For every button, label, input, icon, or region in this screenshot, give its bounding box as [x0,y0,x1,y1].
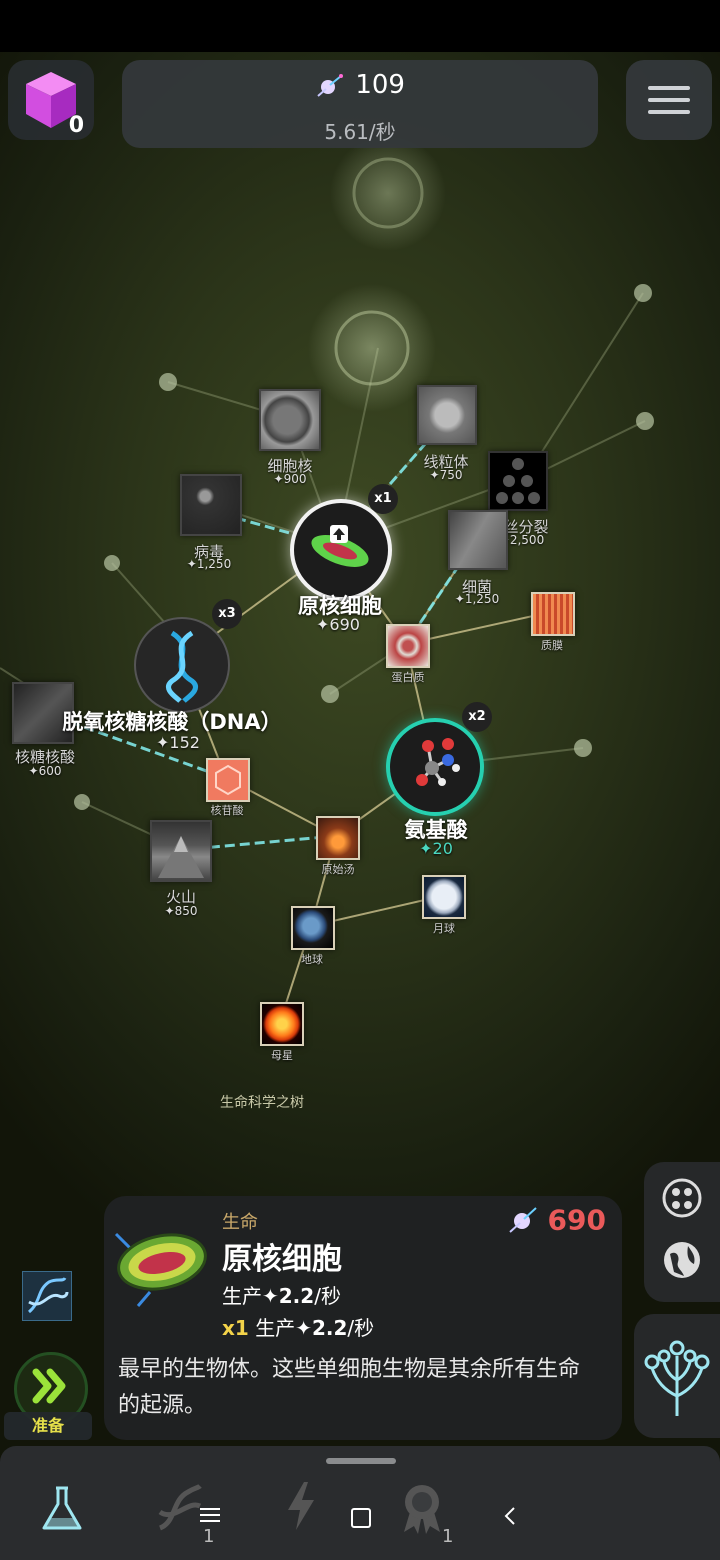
info-price: 690 [508,1202,606,1237]
ready-label: 准备 [4,1412,92,1440]
dna-badge: 1 [203,1526,215,1547]
tree-button[interactable] [634,1314,720,1438]
sheet-handle[interactable] [326,1458,396,1464]
dna-icon [27,1277,69,1314]
right-side-panel [644,1162,720,1302]
dna-icon[interactable] [154,1482,206,1534]
tree-branch-icon [644,1340,710,1416]
lightning-icon[interactable] [284,1480,318,1532]
award-badge: 1 [442,1526,454,1547]
award-icon[interactable] [400,1482,444,1534]
spark-currency-icon [317,73,344,97]
currency-rate: 5.61/秒 [324,120,396,144]
cube-button[interactable]: 0 [8,60,94,140]
flask-icon[interactable] [38,1484,86,1534]
info-production-multiplied: x1 生产✦2.2/秒 [222,1316,375,1340]
prokaryote-illustration-icon [114,1232,207,1307]
back-icon[interactable] [502,1504,518,1528]
info-category: 生命 [222,1212,258,1233]
globe-icon[interactable] [662,1240,702,1280]
bottom-nav: 1 1 [0,1446,720,1560]
tree-title: 生命科学之树 [220,1095,304,1111]
info-description: 最早的生物体。这些单细胞生物是其余所有生命的起源。 [118,1357,581,1418]
molecules-icon[interactable] [662,1178,702,1218]
menu-button[interactable] [626,60,712,140]
info-production: 生产✦2.2/秒 [222,1284,341,1308]
home-square-icon[interactable] [351,1508,371,1528]
spark-currency-icon [509,1207,537,1233]
cube-count: 0 [68,113,84,138]
info-card: 生命 690 原核细胞 生产✦2.2/秒 x1 生产✦2.2/秒 最早的生物体。… [104,1196,622,1440]
info-name: 原核细胞 [222,1242,342,1277]
fast-forward-icon [32,1368,66,1404]
currency-amount: 109 [355,70,405,100]
dna-thumbnail[interactable] [22,1271,72,1321]
recent-apps-icon[interactable] [200,1506,220,1526]
currency-panel: 109 5.61/秒 [122,60,598,148]
